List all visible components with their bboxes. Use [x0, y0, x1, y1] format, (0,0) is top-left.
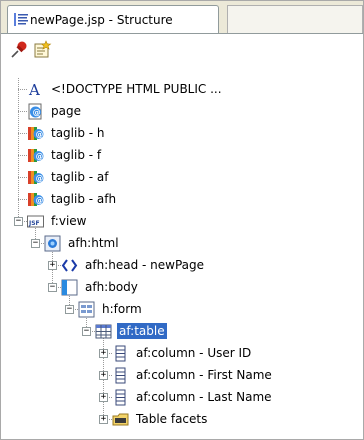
- tree-node-taglib-f[interactable]: @ taglib - f: [27, 144, 103, 166]
- collapse-toggle[interactable]: −: [65, 305, 74, 314]
- jsf-view-icon: JSF: [27, 213, 44, 230]
- tree-node-table-facets[interactable]: Table facets: [112, 408, 209, 430]
- structure-icon: [14, 13, 28, 26]
- tree-node-label: taglib - af: [51, 170, 109, 184]
- tree-guide-line: [18, 199, 27, 200]
- tree-node-label: af:column - Last Name: [136, 390, 272, 404]
- structure-tree: A <!DOCTYPE HTML PUBLIC ... @ page @ taglib -…: [1, 78, 363, 438]
- svg-text:@: @: [33, 108, 41, 117]
- tree-guide-line: [18, 133, 27, 134]
- tree-node-label: afh:head - newPage: [85, 258, 204, 272]
- tab-title: newPage.jsp - Structure: [30, 13, 173, 27]
- taglib-icon: @: [27, 191, 44, 208]
- expand-toggle[interactable]: +: [99, 393, 108, 402]
- head-element-icon: [61, 257, 78, 274]
- tree-guide-line: [18, 155, 27, 156]
- tree-node-taglib-afh[interactable]: @ taglib - afh: [27, 188, 118, 210]
- tree-node-label: Table facets: [136, 412, 208, 426]
- tree-node-label: f:view: [51, 214, 87, 228]
- expand-toggle[interactable]: +: [99, 415, 108, 424]
- tree-node-doctype-html-public[interactable]: A <!DOCTYPE HTML PUBLIC ...: [27, 78, 224, 100]
- tab-bar: newPage.jsp - Structure: [1, 1, 363, 34]
- tree-node-label: taglib - h: [51, 126, 105, 140]
- pin-button[interactable]: [9, 40, 29, 60]
- taglib-icon: @: [27, 125, 44, 142]
- tree-node-af-column-first-name[interactable]: af:column - First Name: [112, 364, 274, 386]
- collapse-toggle[interactable]: −: [14, 217, 23, 226]
- tab-strip-empty: [227, 5, 363, 33]
- tree-node-label: af:column - User ID: [136, 346, 252, 360]
- tab-structure[interactable]: newPage.jsp - Structure: [7, 5, 219, 33]
- tree-node-label: taglib - f: [51, 148, 102, 162]
- tree-node-label: h:form: [102, 302, 142, 316]
- tree-node-label: taglib - afh: [51, 192, 117, 206]
- column-icon: [112, 345, 129, 362]
- page-directive-icon: @: [27, 103, 44, 120]
- tree-guide-line: [18, 89, 27, 90]
- tree-node-afh-html[interactable]: afh:html: [44, 232, 121, 254]
- tree-node-taglib-af[interactable]: @ taglib - af: [27, 166, 111, 188]
- toolbar: [1, 34, 363, 64]
- tree-guide-line: [18, 111, 27, 112]
- svg-text:@: @: [36, 174, 44, 183]
- tree-node-label: <!DOCTYPE HTML PUBLIC ...: [51, 82, 222, 96]
- tree-node-label: page: [51, 104, 81, 118]
- svg-text:@: @: [36, 152, 44, 161]
- expand-toggle[interactable]: +: [99, 371, 108, 380]
- tree-guide-line: [18, 177, 27, 178]
- expand-toggle[interactable]: +: [48, 261, 57, 270]
- tree-node-taglib-h[interactable]: @ taglib - h: [27, 122, 107, 144]
- table-icon: [95, 323, 112, 340]
- form-icon: [78, 301, 95, 318]
- svg-text:@: @: [36, 196, 44, 205]
- freeze-view-button[interactable]: [32, 40, 52, 60]
- html-element-icon: [44, 235, 61, 252]
- svg-text:A: A: [28, 81, 40, 98]
- svg-text:JSF: JSF: [28, 220, 40, 227]
- tree-node-label: af:table: [117, 323, 167, 339]
- tree-node-h-form[interactable]: h:form: [78, 298, 144, 320]
- tree-node-afh-head-newpage[interactable]: afh:head - newPage: [61, 254, 206, 276]
- tree-node-afh-body[interactable]: afh:body: [61, 276, 140, 298]
- facets-folder-icon: [112, 411, 129, 428]
- tree-node-label: afh:body: [85, 280, 138, 294]
- freeze-view-icon: [34, 40, 52, 58]
- collapse-toggle[interactable]: −: [48, 283, 57, 292]
- tree-node-af-column-last-name[interactable]: af:column - Last Name: [112, 386, 274, 408]
- expand-toggle[interactable]: +: [99, 349, 108, 358]
- taglib-icon: @: [27, 147, 44, 164]
- tree-node-label: af:column - First Name: [136, 368, 272, 382]
- column-icon: [112, 367, 129, 384]
- body-element-icon: [61, 279, 78, 296]
- collapse-toggle[interactable]: −: [31, 239, 40, 248]
- collapse-toggle[interactable]: −: [82, 327, 91, 336]
- svg-text:@: @: [36, 130, 44, 139]
- taglib-icon: @: [27, 169, 44, 186]
- tree-node-f-view[interactable]: JSF f:view: [27, 210, 88, 232]
- doctype-icon: A: [27, 81, 44, 99]
- column-icon: [112, 389, 129, 406]
- tree-node-page[interactable]: @ page: [27, 100, 83, 122]
- pushpin-icon: [11, 41, 27, 58]
- tree-node-af-column-user-id[interactable]: af:column - User ID: [112, 342, 253, 364]
- tree-node-label: afh:html: [68, 236, 119, 250]
- tree-node-af-table[interactable]: af:table: [95, 320, 167, 342]
- structure-window: newPage.jsp - Structure A <!DOCTYPE HTML …: [0, 0, 364, 440]
